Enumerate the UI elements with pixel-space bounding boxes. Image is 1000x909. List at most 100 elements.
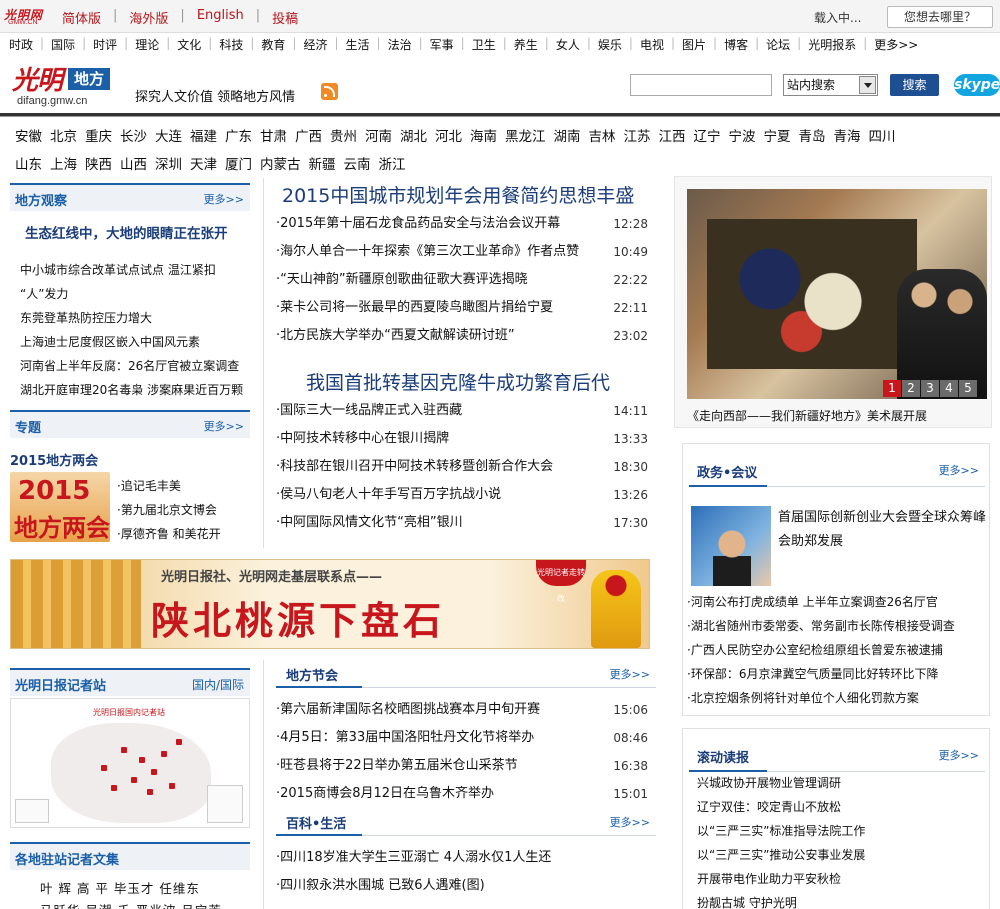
channel-link[interactable]: 娱乐 (598, 36, 629, 56)
region-link[interactable]: 青海 (834, 125, 861, 153)
list-item[interactable]: 辽宁双佳：咬定青山不放松 (697, 795, 865, 819)
region-link[interactable]: 广东 (225, 125, 252, 153)
channel-link[interactable]: 文化 (177, 36, 208, 56)
news-row[interactable]: ·旺苍县将于22日举办第五届米仓山采茶节 16:38 (276, 752, 648, 780)
more-link-festival[interactable]: 更多>> (610, 666, 650, 682)
channel-link[interactable]: 生活 (346, 36, 377, 56)
list-item[interactable]: ·第九届北京文博会 (117, 498, 221, 522)
grassroots-banner[interactable]: 光明日报社、光明网走基层联系点—— 陕北桃源下盘石 光明记者走转改 (10, 559, 650, 649)
news-title[interactable]: ·国际三大一线品牌正式入驻西藏 (276, 403, 462, 418)
channel-link[interactable]: 时政 (9, 36, 40, 56)
reporter-map[interactable]: 光明日报国内记者站 (10, 698, 250, 828)
slide-caption[interactable]: 《走向西部——我们新疆好地方》美术展开展 (687, 407, 927, 424)
list-item[interactable]: 兴城政协开展物业管理调研 (697, 771, 865, 795)
region-link[interactable]: 河北 (435, 125, 462, 153)
region-link[interactable]: 新疆 (309, 153, 336, 181)
region-link[interactable]: 大连 (155, 125, 182, 153)
more-link-baike[interactable]: 更多>> (610, 814, 650, 830)
news-row[interactable]: ·侯马八旬老人十年手写百万字抗战小说 13:26 (276, 481, 648, 509)
news-row[interactable]: ·四川叙永洪水围城 已致6人遇难(图) (276, 872, 648, 900)
channel-link[interactable]: 卫生 (472, 36, 503, 56)
region-link[interactable]: 四川 (869, 125, 896, 153)
politics-thumbnail[interactable] (691, 506, 771, 586)
more-link-rolling[interactable]: 更多>> (939, 747, 979, 763)
news-title[interactable]: ·四川18岁准大学生三亚溺亡 4人溺水仅1人生还 (276, 850, 551, 865)
channel-link[interactable]: 图片 (682, 36, 713, 56)
region-link[interactable]: 山西 (120, 153, 147, 181)
region-link[interactable]: 山东 (15, 153, 42, 181)
region-link[interactable]: 贵州 (330, 125, 357, 153)
region-link[interactable]: 江苏 (624, 125, 651, 153)
news-row[interactable]: ·4月5日：第33届中国洛阳牡丹文化节将举办 08:46 (276, 724, 648, 752)
link-overseas[interactable]: 海外版 (117, 8, 180, 27)
slider-page-button[interactable]: 1 (883, 380, 901, 397)
where-to-go-dropdown[interactable]: 您想去哪里？ (887, 6, 993, 28)
channel-link[interactable]: 军事 (430, 36, 461, 56)
list-item[interactable]: ·北京控烟条例将针对单位个人细化罚款方案 (687, 686, 955, 710)
news-title[interactable]: ·北方民族大学举办“西夏文献解读研讨班” (276, 328, 515, 343)
news-row[interactable]: ·第六届新津国际名校晒图挑战赛本月中旬开赛 15:06 (276, 696, 648, 724)
list-item[interactable]: ·环保部：6月京津冀空气质量同比好转环比下降 (687, 662, 955, 686)
channel-link[interactable]: 养生 (514, 36, 545, 56)
region-link[interactable]: 厦门 (225, 153, 252, 181)
news-title[interactable]: ·海尔人单合一十年探索《第三次工业革命》作者点赞 (276, 244, 579, 259)
channel-link[interactable]: 论坛 (766, 36, 797, 56)
news-title[interactable]: ·侯马八旬老人十年手写百万字抗战小说 (276, 487, 501, 502)
lianghui-title[interactable]: 2015地方两会 (10, 450, 98, 469)
slider-page-button[interactable]: 4 (940, 380, 958, 397)
region-link[interactable]: 江西 (659, 125, 686, 153)
news-row[interactable]: ·中阿技术转移中心在银川揭牌 13:33 (276, 425, 648, 453)
region-link[interactable]: 深圳 (155, 153, 182, 181)
region-link[interactable]: 湖南 (554, 125, 581, 153)
channel-link[interactable]: 经济 (303, 36, 334, 56)
news-row[interactable]: ·科技部在银川召开中阿技术转移暨创新合作大会 18:30 (276, 453, 648, 481)
list-item[interactable]: 开展带电作业助力平安秋检 (697, 867, 865, 891)
news-row[interactable]: ·国际三大一线品牌正式入驻西藏 14:11 (276, 397, 648, 425)
region-link[interactable]: 内蒙古 (260, 153, 301, 181)
news-title[interactable]: ·中阿国际风情文化节“亮相”银川 (276, 515, 463, 530)
slider-page-button[interactable]: 2 (902, 380, 920, 397)
search-input[interactable] (630, 74, 772, 96)
region-link[interactable]: 福建 (190, 125, 217, 153)
news-title[interactable]: ·中阿技术转移中心在银川揭牌 (276, 431, 449, 446)
list-item[interactable]: 以“三严三实”推动公安事业发展 (697, 843, 865, 867)
news-title[interactable]: ·莱卡公司将一张最早的西夏陵鸟瞰图片捐给宁夏 (276, 300, 553, 315)
region-link[interactable]: 天津 (190, 153, 217, 181)
list-item[interactable]: ·湖北省随州市委常委、常务副市长陈传根接受调查 (687, 614, 955, 638)
region-link[interactable]: 辽宁 (694, 125, 721, 153)
headline-1[interactable]: 2015中国城市规划年会用餐简约思想丰盛 (282, 181, 634, 208)
more-link-observe[interactable]: 更多>> (204, 191, 244, 207)
link-simplified[interactable]: 简体版 (50, 8, 113, 27)
list-item[interactable]: 中小城市综合改革试点试点 温江紧扣 (20, 258, 243, 282)
channel-link[interactable]: 法治 (388, 36, 419, 56)
list-item[interactable]: 上海迪士尼度假区嵌入中国风元素 (20, 330, 243, 354)
link-english[interactable]: English (185, 8, 256, 27)
list-item[interactable]: ·厚德齐鲁 和美花开 (117, 522, 221, 546)
news-row[interactable]: ·北方民族大学举办“西夏文献解读研讨班” 23:02 (276, 322, 648, 350)
region-link[interactable]: 重庆 (85, 125, 112, 153)
news-row[interactable]: ·2015年第十届石龙食品药品安全与法治会议开幕 12:28 (276, 210, 648, 238)
region-link[interactable]: 黑龙江 (505, 125, 546, 153)
region-link[interactable]: 宁波 (729, 125, 756, 153)
lianghui-banner-image[interactable]: 2015 地方两会 (10, 472, 110, 542)
channel-link[interactable]: 理论 (135, 36, 166, 56)
channel-link[interactable]: 博客 (724, 36, 755, 56)
slider-page-button[interactable]: 5 (959, 380, 977, 397)
list-item[interactable]: 扮靓古城 守护光明 (697, 891, 865, 909)
region-link[interactable]: 陕西 (85, 153, 112, 181)
more-link-politics[interactable]: 更多>> (939, 462, 979, 478)
slide-photo[interactable] (687, 189, 987, 399)
region-link[interactable]: 安徽 (15, 125, 42, 153)
news-row[interactable]: ·海尔人单合一十年探索《第三次工业革命》作者点赞 10:49 (276, 238, 648, 266)
link-submit[interactable]: 投稿 (260, 8, 310, 27)
news-row[interactable]: ·“天山神韵”新疆原创歌曲征歌大赛评选揭晓 22:22 (276, 266, 648, 294)
politics-feature-headline[interactable]: 首届国际创新创业大会暨全球众筹峰会助郑发展 (778, 506, 986, 554)
news-title[interactable]: ·2015商博会8月12日在乌鲁木齐举办 (276, 786, 494, 801)
list-item[interactable]: ·追记毛丰美 (117, 474, 221, 498)
difang-logo[interactable]: 光明 地方 difang.gmw.cn (12, 62, 110, 108)
gmw-logo-small[interactable]: 光明网 GMW.CN (2, 6, 48, 28)
list-item[interactable]: 河南省上半年反腐：26名厅官被立案调查 (20, 354, 243, 378)
channel-link[interactable]: 光明报系 (808, 36, 863, 56)
channel-link[interactable]: 科技 (219, 36, 250, 56)
region-link[interactable]: 浙江 (379, 153, 406, 181)
